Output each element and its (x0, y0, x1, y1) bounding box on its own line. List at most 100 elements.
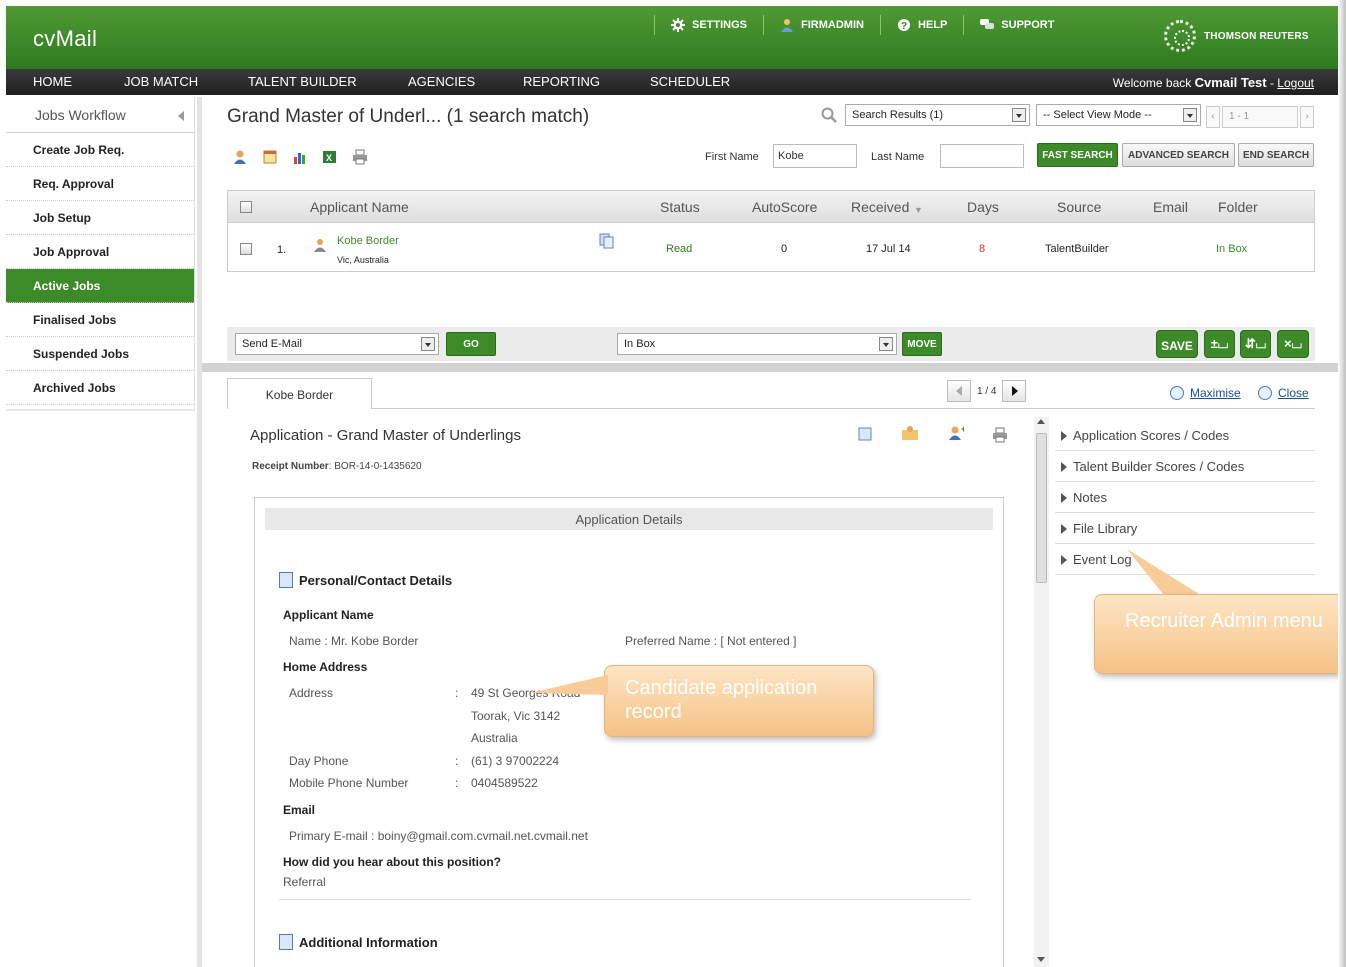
table-row[interactable]: 1. Kobe Border Vic, Australia Read 0 17 … (228, 223, 1314, 271)
end-search-button[interactable]: END SEARCH (1238, 143, 1314, 167)
logout-link[interactable]: Logout (1277, 76, 1314, 90)
add-to-cart-icon[interactable]: ±⌴ (1204, 330, 1235, 358)
sidebar-item-archived-jobs[interactable]: Archived Jobs (6, 371, 194, 405)
chevron-down-icon (1183, 108, 1197, 122)
menu-application-scores[interactable]: Application Scores / Codes (1055, 420, 1315, 451)
col-days[interactable]: Days (967, 199, 999, 215)
sidebar-item-active-jobs[interactable]: Active Jobs (6, 269, 194, 303)
days-value: 8 (979, 243, 986, 255)
sidebar-item-finalised-jobs[interactable]: Finalised Jobs (6, 303, 194, 337)
col-source[interactable]: Source (1057, 199, 1101, 215)
nav-scheduler[interactable]: SCHEDULER (650, 74, 730, 89)
row-checkbox[interactable] (240, 243, 252, 255)
maximise-link[interactable]: Maximise (1190, 386, 1241, 400)
view-mode-select[interactable]: -- Select View Mode -- (1036, 104, 1201, 126)
go-button[interactable]: GO (446, 332, 496, 356)
cvmail-logo[interactable]: cvMail (33, 26, 97, 52)
nav-agencies[interactable]: AGENCIES (408, 74, 475, 89)
add-person-icon[interactable]: + (948, 425, 964, 441)
scroll-thumb[interactable] (1036, 433, 1047, 583)
folder-person-icon[interactable] (901, 425, 919, 441)
menu-notes[interactable]: Notes (1055, 482, 1315, 513)
col-applicant-name[interactable]: Applicant Name (310, 199, 409, 215)
print-icon[interactable] (352, 149, 368, 165)
search-results-select[interactable]: Search Results (1) (845, 104, 1030, 126)
scroll-down-arrow[interactable] (1037, 957, 1045, 962)
preferred-name-row: Preferred Name : [ Not entered ] (625, 634, 797, 648)
application-details-header: Application Details (265, 508, 993, 530)
nav-home[interactable]: HOME (33, 74, 72, 89)
primary-email-row: Primary E-mail : boiny@gmail.com.cvmail.… (289, 829, 588, 843)
calendar-icon[interactable] (262, 149, 278, 165)
help-link[interactable]: ? HELP (879, 15, 963, 35)
svg-text:?: ? (901, 21, 907, 32)
applicant-name-link[interactable]: Kobe Border (337, 235, 399, 247)
row-number: 1. (277, 244, 287, 256)
close-link[interactable]: Close (1278, 386, 1309, 400)
col-status[interactable]: Status (660, 199, 700, 215)
admin-person-icon (781, 19, 794, 32)
sidebar-item-req-approval[interactable]: Req. Approval (6, 167, 194, 201)
col-autoscore[interactable]: AutoScore (752, 199, 817, 215)
pager-prev-button[interactable]: ‹ (1206, 106, 1220, 128)
nav-talent-builder[interactable]: TALENT BUILDER (248, 74, 357, 89)
candidate-callout: Candidate application record (604, 665, 874, 737)
excel-icon[interactable]: X (322, 149, 338, 165)
scroll-up-arrow[interactable] (1037, 419, 1045, 424)
folder-select[interactable]: In Box (617, 333, 897, 355)
print-icon[interactable] (992, 427, 1008, 443)
col-folder[interactable]: Folder (1218, 199, 1258, 215)
source-value: TalentBuilder (1045, 243, 1109, 255)
pager-next-button[interactable]: › (1300, 106, 1314, 128)
panel-splitter[interactable] (202, 363, 1340, 372)
next-record-button[interactable] (1002, 380, 1027, 402)
primary-email-value: boiny@gmail.com.cvmail.net.cvmail.net (377, 829, 588, 843)
search-icon[interactable] (821, 107, 837, 123)
collapse-arrow-icon[interactable] (178, 111, 184, 121)
maximise-icon[interactable] (1170, 386, 1184, 400)
first-name-input[interactable]: Kobe (773, 144, 857, 168)
nav-job-match[interactable]: JOB MATCH (124, 74, 198, 89)
fast-search-button[interactable]: FAST SEARCH (1037, 143, 1118, 167)
folder-value[interactable]: In Box (1216, 243, 1247, 255)
col-email[interactable]: Email (1153, 199, 1188, 215)
send-email-select[interactable]: Send E-Mail (235, 333, 439, 355)
move-button[interactable]: MOVE (902, 332, 942, 356)
form-icon[interactable] (858, 427, 872, 441)
reuters-globe-icon (1164, 20, 1196, 52)
support-link[interactable]: SUPPORT (963, 15, 1070, 35)
menu-file-library[interactable]: File Library (1055, 513, 1315, 544)
advanced-search-button[interactable]: ADVANCED SEARCH (1122, 143, 1235, 167)
copy-documents-icon[interactable] (599, 233, 615, 249)
candidate-callout-text: Candidate application record (625, 677, 818, 723)
candidate-icon[interactable] (232, 149, 248, 165)
welcome-message: Welcome back Cvmail Test - Logout (1112, 75, 1314, 90)
sidebar-item-job-approval[interactable]: Job Approval (6, 235, 194, 269)
toolbar-icons: X (232, 149, 368, 165)
move-cart-icon[interactable]: ⇵⌴ (1240, 330, 1271, 358)
sidebar-item-job-setup[interactable]: Job Setup (6, 201, 194, 235)
save-button[interactable]: SAVE (1156, 330, 1198, 358)
col-received[interactable]: Received (851, 199, 909, 215)
close-icon[interactable] (1258, 386, 1272, 400)
top-header: cvMail SETTINGS FIRMADMIN ? HELP SUPPORT… (6, 6, 1340, 69)
main-content: Grand Master of Underl... (1 search matc… (202, 97, 1344, 967)
detail-scrollbar[interactable] (1034, 417, 1049, 967)
firmadmin-link[interactable]: FIRMADMIN (763, 15, 880, 35)
sidebar-header: Jobs Workflow (6, 97, 194, 133)
settings-link[interactable]: SETTINGS (654, 15, 763, 35)
bar-chart-icon[interactable] (292, 149, 308, 165)
menu-talent-builder-scores[interactable]: Talent Builder Scores / Codes (1055, 451, 1315, 482)
chevron-down-icon (421, 337, 435, 351)
remove-from-cart-icon[interactable]: ×⌴ (1277, 330, 1309, 358)
sidebar-item-suspended-jobs[interactable]: Suspended Jobs (6, 337, 194, 371)
sidebar-item-create-job-req[interactable]: Create Job Req. (6, 133, 194, 167)
prev-record-button[interactable] (947, 380, 971, 402)
tab-kobe-border[interactable]: Kobe Border (227, 378, 372, 409)
pager-select[interactable]: 1 - 1 (1222, 106, 1298, 128)
primary-email-label: Primary E-mail (289, 829, 368, 843)
nav-reporting[interactable]: REPORTING (523, 74, 600, 89)
select-all-checkbox[interactable] (240, 201, 252, 213)
last-name-input[interactable] (940, 144, 1024, 168)
preferred-name-value: [ Not entered ] (720, 634, 797, 648)
